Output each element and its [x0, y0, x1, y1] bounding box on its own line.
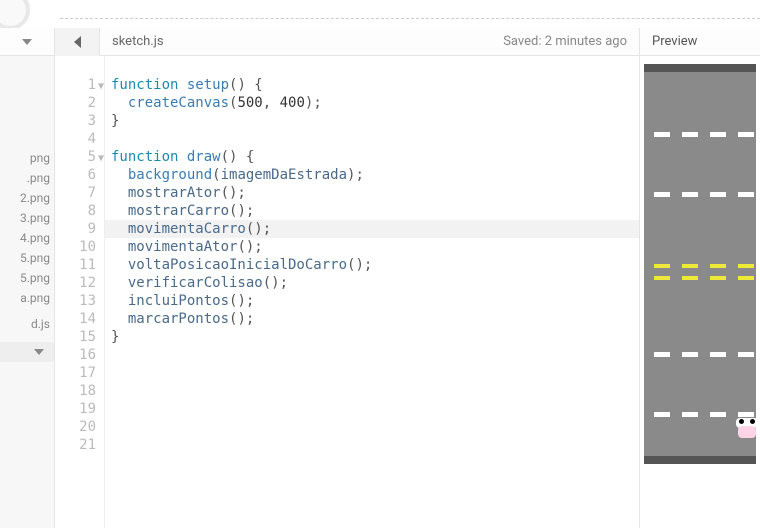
chevron-down-icon	[34, 349, 44, 355]
code-line[interactable]: movimentaCarro();	[105, 220, 639, 238]
fold-marker-icon[interactable]: ▼	[98, 150, 104, 168]
filename-label: sketch.js	[100, 34, 176, 49]
preview-panel	[640, 56, 760, 528]
center-line	[644, 276, 756, 280]
code-line[interactable]: function draw() {	[111, 148, 639, 166]
line-number: 20	[55, 418, 96, 436]
line-number: 12	[55, 274, 96, 292]
code-line[interactable]	[111, 346, 639, 364]
code-line[interactable]	[111, 382, 639, 400]
file-item[interactable]: a.png	[0, 288, 54, 308]
main-area: png.png2.png3.png4.png5.png5.pnga.pngd.j…	[0, 56, 760, 528]
center-line	[644, 264, 756, 268]
code-line[interactable]: createCanvas(500, 400);	[111, 94, 639, 112]
line-number: 2	[55, 94, 96, 112]
record-indicator	[0, 0, 30, 30]
code-line[interactable]: incluiPontos();	[111, 292, 639, 310]
code-line[interactable]: verificarColisao();	[111, 274, 639, 292]
code-line[interactable]	[111, 130, 639, 148]
line-number: 13	[55, 292, 96, 310]
line-number: 9	[55, 220, 96, 238]
code-line[interactable]: mostrarCarro();	[111, 202, 639, 220]
lane-marking	[644, 192, 756, 198]
file-item[interactable]: 4.png	[0, 228, 54, 248]
line-number: 19	[55, 400, 96, 418]
header-bar: sketch.js Saved: 2 minutes ago Preview	[0, 28, 760, 56]
file-sidebar: png.png2.png3.png4.png5.png5.pnga.pngd.j…	[0, 56, 55, 528]
code-line[interactable]	[111, 418, 639, 436]
file-item[interactable]: 5.png	[0, 248, 54, 268]
line-number: 21	[55, 436, 96, 454]
code-line[interactable]: marcarPontos();	[111, 310, 639, 328]
line-number: 1▼	[55, 76, 96, 94]
code-area[interactable]: function setup() { createCanvas(500, 400…	[105, 56, 639, 528]
preview-canvas	[644, 64, 756, 464]
line-number: 10	[55, 238, 96, 256]
file-item[interactable]: 2.png	[0, 188, 54, 208]
line-number: 14	[55, 310, 96, 328]
line-number: 18	[55, 382, 96, 400]
sidebar-collapse-button[interactable]	[0, 342, 54, 362]
code-line[interactable]: movimentaAtor();	[111, 238, 639, 256]
tools-dropdown[interactable]	[0, 28, 55, 56]
fold-marker-icon[interactable]: ▼	[98, 78, 104, 96]
line-number: 11	[55, 256, 96, 274]
code-line[interactable]	[111, 400, 639, 418]
code-line[interactable]: }	[111, 112, 639, 130]
lane-marking	[644, 412, 756, 418]
file-item[interactable]: 5.png	[0, 268, 54, 288]
line-number: 3	[55, 112, 96, 130]
file-item[interactable]: .png	[0, 168, 54, 188]
file-item[interactable]: 3.png	[0, 208, 54, 228]
code-line[interactable]: mostrarAtor();	[111, 184, 639, 202]
line-number: 17	[55, 364, 96, 382]
line-number: 6	[55, 166, 96, 184]
line-number: 7	[55, 184, 96, 202]
chevron-down-icon	[22, 39, 32, 45]
line-number: 5▼	[55, 148, 96, 166]
line-number: 15	[55, 328, 96, 346]
code-line[interactable]	[111, 436, 639, 454]
character-sprite	[736, 418, 756, 438]
line-number-gutter: 1▼2345▼6789101112131415161718192021	[55, 56, 105, 528]
code-line[interactable]: }	[111, 328, 639, 346]
file-item[interactable]: d.js	[0, 314, 54, 334]
back-button[interactable]	[55, 28, 100, 56]
code-editor[interactable]: 1▼2345▼6789101112131415161718192021 func…	[55, 56, 640, 528]
file-item[interactable]: png	[0, 148, 54, 168]
line-number: 8	[55, 202, 96, 220]
line-number: 4	[55, 130, 96, 148]
line-number: 16	[55, 346, 96, 364]
toolbar-separator	[60, 18, 760, 19]
code-line[interactable]: function setup() {	[111, 76, 639, 94]
lane-marking	[644, 352, 756, 358]
code-line[interactable]	[111, 364, 639, 382]
lane-marking	[644, 132, 756, 138]
chevron-left-icon	[74, 36, 81, 48]
preview-header-label: Preview	[640, 28, 760, 56]
code-line[interactable]: voltaPosicaoInicialDoCarro();	[111, 256, 639, 274]
code-line[interactable]: background(imagemDaEstrada);	[111, 166, 639, 184]
save-status: Saved: 2 minutes ago	[491, 28, 640, 56]
